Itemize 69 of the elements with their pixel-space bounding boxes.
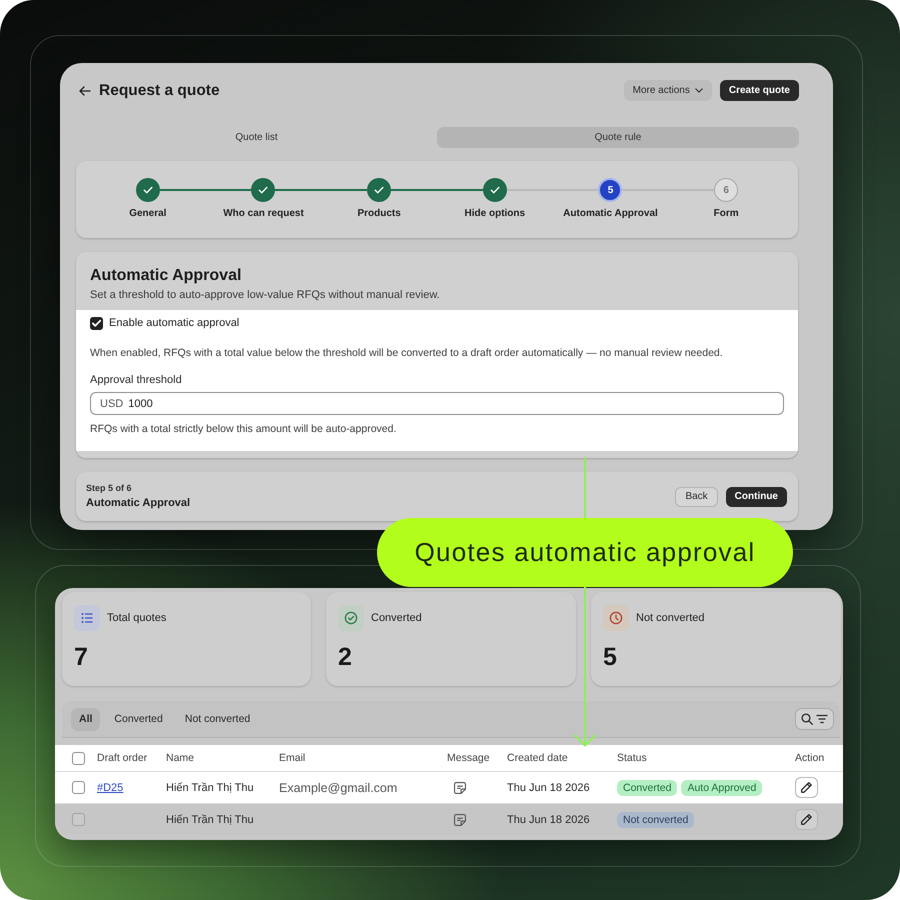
help-text: RFQs with a total strictly below this amount will be auto-approved. [90,423,396,436]
column-header: Message [447,752,490,764]
step-counter: Step 5 of 6 [86,483,132,494]
caret-icon [694,88,703,93]
callout-banner: Quotes automatic approval [377,518,793,587]
note-icon [454,782,466,794]
stat-label: Converted [371,612,422,624]
checkbox-label: Enable automatic approval [109,317,240,329]
search-icon [801,713,813,725]
table-cell: Thu Jun 18 2026 [507,814,590,826]
pencil-icon [801,782,812,793]
stat-value: 2 [338,643,352,671]
step-label: General [129,208,166,220]
step-label: Automatic Approval [563,208,658,220]
dropdown-button[interactable]: More actions [624,80,712,101]
pencil-icon [801,814,812,825]
description-text: When enabled, RFQs with a total value below the threshold will be converted to a draft order automatically — no manual review needed. [90,347,723,360]
column-header: Email [279,752,306,764]
status-badge: Auto Approved [681,780,762,796]
stat-label: Total quotes [107,612,166,624]
step-label: Products [357,208,401,220]
search-filter-button[interactable] [795,708,834,730]
step-label: Form [714,208,739,220]
secondary-button[interactable]: Back [675,486,718,506]
step-label: Who can request [223,208,304,220]
step-number: 5 [598,178,622,202]
clock-icon [603,605,629,631]
filter-tab[interactable]: Not converted [176,708,258,730]
filter-tab[interactable]: Converted [106,708,171,730]
checkmark-icon [92,318,101,328]
edit-button[interactable] [795,777,818,798]
step-title: Automatic Approval [86,497,190,510]
column-header: Name [166,752,194,764]
table-cell: Hiến Trần Thị Thu [166,814,254,826]
checkbox[interactable] [72,781,85,794]
tab[interactable]: Quote rule [437,127,799,148]
checkbox[interactable] [72,813,85,826]
connector-line [581,457,589,518]
draft-order-link[interactable]: #D25 [97,782,124,794]
column-header: Status [617,752,647,764]
table-cell: Example@gmail.com [279,780,398,794]
table-cell: Thu Jun 18 2026 [507,782,590,794]
filter-tab[interactable]: All [71,708,100,730]
checkbox[interactable] [72,752,85,764]
section-title: Automatic Approval [90,267,242,285]
status-badge: Converted [617,780,678,796]
edit-button[interactable] [795,809,818,830]
list-icon [74,605,100,631]
field-label: Approval threshold [90,374,182,387]
stat-label: Not converted [636,612,704,624]
primary-button[interactable]: Create quote [720,80,799,101]
table-cell: Hiến Trần Thị Thu [166,782,254,794]
filter-icon [816,714,828,724]
page-title: Request a quote [99,82,220,100]
checkbox[interactable] [90,316,103,330]
stat-value: 7 [74,643,88,671]
status-badge: Not converted [617,812,694,828]
column-header: Created date [507,752,568,764]
column-header: Action [795,752,824,764]
tab[interactable]: Quote list [76,127,437,148]
back-icon[interactable] [79,86,91,96]
note-icon [454,814,466,826]
amount-input[interactable]: USD 1000 [90,392,784,415]
stat-value: 5 [603,643,617,671]
primary-button[interactable]: Continue [726,486,787,506]
column-header: Draft order [97,752,148,764]
step-label: Hide options [464,208,526,220]
step-number: 6 [714,178,738,202]
section-subtitle: Set a threshold to auto-approve low-value RFQs without manual review. [90,289,440,302]
